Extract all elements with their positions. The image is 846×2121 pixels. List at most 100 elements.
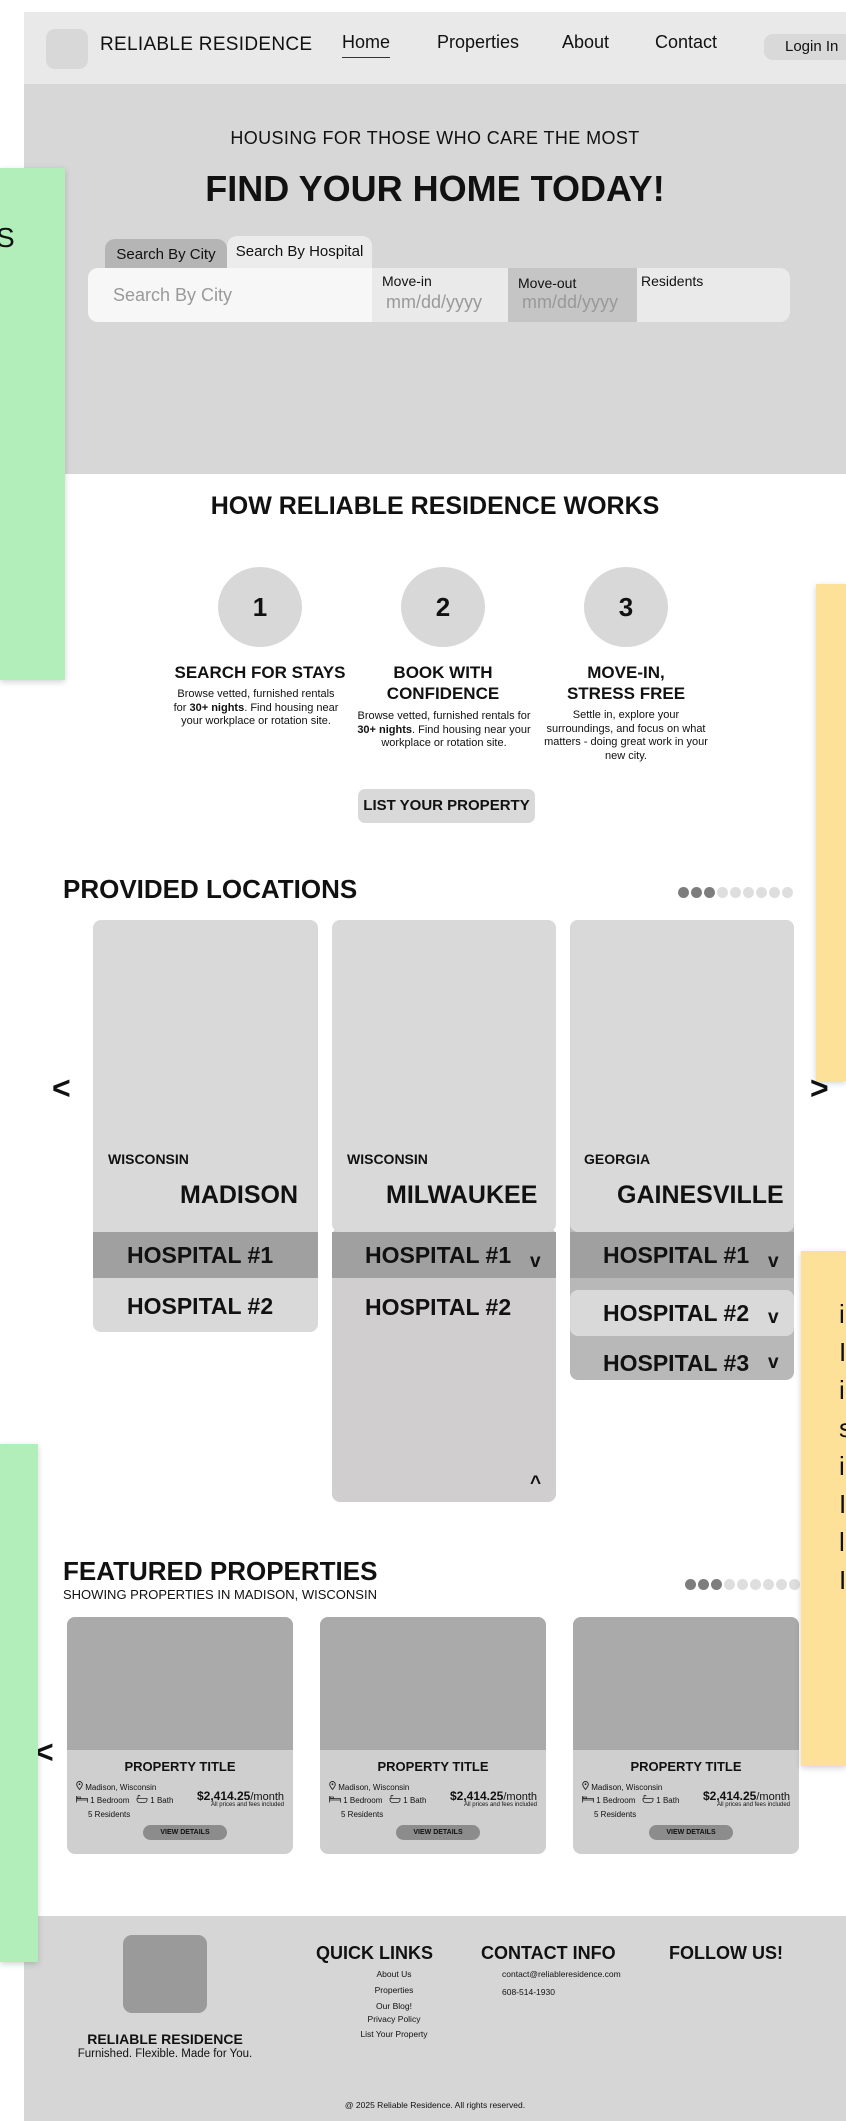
view-details-button[interactable]: VIEW DETAILS	[143, 1825, 227, 1840]
featured-subtitle: SHOWING PROPERTIES IN MADISON, WISCONSIN	[63, 1587, 377, 1602]
sticky-note-yellow-top	[816, 584, 846, 1081]
location-pin-icon	[582, 1781, 589, 1792]
bath-icon	[389, 1794, 401, 1805]
footer-logo[interactable]	[123, 1935, 207, 2013]
hospital-item[interactable]: HOSPITAL #1	[332, 1232, 556, 1278]
nav-home[interactable]: Home	[342, 32, 391, 58]
location-pin-icon	[76, 1781, 83, 1792]
pager-dot[interactable]	[711, 1579, 722, 1590]
list-property-button[interactable]: LIST YOUR PROPERTY	[358, 789, 535, 823]
contact-info-title: CONTACT INFO	[481, 1943, 616, 1963]
property-price: $2,414.25/month	[196, 1789, 284, 1803]
pager-dot[interactable]	[717, 887, 728, 898]
pager-dot[interactable]	[678, 887, 689, 898]
footer-link-list-property[interactable]: List Your Property	[314, 2029, 474, 2039]
pager-dot[interactable]	[737, 1579, 748, 1590]
featured-pager[interactable]	[685, 1579, 800, 1590]
location-state: WISCONSIN	[108, 1151, 189, 1167]
step-3-number: 3	[584, 567, 668, 647]
brand-name[interactable]: RELIABLE RESIDENCE	[100, 34, 312, 56]
pager-dot[interactable]	[704, 887, 715, 898]
hospital-item[interactable]: HOSPITAL #1	[570, 1232, 794, 1278]
property-rooms: 1 Bedroom 1 Bath	[329, 1794, 426, 1805]
chevron-down-icon[interactable]: v	[530, 1251, 541, 1273]
property-rooms: 1 Bedroom 1 Bath	[76, 1794, 173, 1805]
pager-dot[interactable]	[782, 887, 793, 898]
chevron-down-icon[interactable]: v	[768, 1352, 779, 1374]
locations-pager[interactable]	[678, 887, 793, 898]
chevron-down-icon[interactable]: v	[768, 1307, 779, 1329]
nav-about[interactable]: About	[562, 32, 609, 53]
bath-icon	[642, 1794, 654, 1805]
pager-dot[interactable]	[756, 887, 767, 898]
pager-dot[interactable]	[685, 1579, 696, 1590]
locations-prev-arrow[interactable]: <	[52, 1070, 71, 1107]
copyright: @ 2025 Reliable Residence. All rights re…	[344, 2100, 526, 2110]
footer-link-privacy[interactable]: Privacy Policy	[314, 2014, 474, 2024]
view-details-button[interactable]: VIEW DETAILS	[396, 1825, 480, 1840]
step-1-title: SEARCH FOR STAYS	[174, 663, 346, 682]
pager-dot[interactable]	[698, 1579, 709, 1590]
property-card[interactable]: PROPERTY TITLE Madison, Wisconsin 1 Bedr…	[573, 1617, 799, 1854]
footer-email[interactable]: contact@reliableresidence.com	[502, 1969, 621, 1979]
nav-contact[interactable]: Contact	[655, 32, 717, 53]
footer-tagline: Furnished. Flexible. Made for You.	[77, 2048, 253, 2060]
chevron-down-icon[interactable]: v	[768, 1251, 779, 1273]
step-1-number: 1	[218, 567, 302, 647]
pager-dot[interactable]	[750, 1579, 761, 1590]
pager-dot[interactable]	[724, 1579, 735, 1590]
site-footer: RELIABLE RESIDENCE Furnished. Flexible. …	[24, 1916, 846, 2121]
tab-search-by-city[interactable]: Search By City	[105, 239, 227, 271]
tab-search-by-hospital[interactable]: Search By Hospital	[227, 236, 372, 268]
property-rooms: 1 Bedroom 1 Bath	[582, 1794, 679, 1805]
hero-section: HOUSING FOR THOSE WHO CARE THE MOST FIND…	[24, 84, 846, 474]
note-text-fragment: I	[839, 1337, 846, 1367]
note-text-fragment: i	[839, 1299, 845, 1329]
site-header: RELIABLE RESIDENCE Home Properties About…	[24, 12, 846, 84]
note-text-fragment: i	[839, 1451, 845, 1481]
location-city: GAINESVILLE	[617, 1181, 784, 1209]
property-title: PROPERTY TITLE	[630, 1759, 742, 1774]
hospital-item[interactable]: HOSPITAL #1	[93, 1232, 318, 1278]
search-input[interactable]: Search By City	[88, 268, 372, 322]
pager-dot[interactable]	[763, 1579, 774, 1590]
step-2-description: Browse vetted, furnished rentals for 30+…	[357, 710, 531, 749]
footer-link-about[interactable]: About Us	[314, 1969, 474, 1979]
pager-dot[interactable]	[730, 887, 741, 898]
property-image[interactable]	[573, 1617, 799, 1750]
hospital-item[interactable]: HOSPITAL #2	[93, 1283, 318, 1329]
hero-subtitle: HOUSING FOR THOSE WHO CARE THE MOST	[230, 128, 640, 148]
step-3-description: Settle in, explore your surroundings, an…	[544, 709, 708, 762]
footer-phone[interactable]: 608-514-1930	[502, 1987, 555, 1997]
movein-label: Move-in	[382, 273, 432, 289]
moveout-field[interactable]: Move-out mm/dd/yyyy	[508, 268, 637, 322]
login-button[interactable]: Login In	[764, 34, 846, 60]
property-card[interactable]: PROPERTY TITLE Madison, Wisconsin 1 Bedr…	[320, 1617, 546, 1854]
pager-dot[interactable]	[776, 1579, 787, 1590]
hospital-item[interactable]: HOSPITAL #3	[570, 1340, 794, 1386]
property-title: PROPERTY TITLE	[377, 1759, 489, 1774]
footer-link-properties[interactable]: Properties	[314, 1985, 474, 1995]
nav-properties[interactable]: Properties	[437, 32, 519, 53]
residents-field[interactable]: Residents	[637, 268, 790, 322]
property-image[interactable]	[67, 1617, 293, 1750]
view-details-button[interactable]: VIEW DETAILS	[649, 1825, 733, 1840]
hospital-item[interactable]: HOSPITAL #2	[332, 1284, 556, 1330]
note-text-fragment: S	[0, 222, 15, 253]
property-card[interactable]: PROPERTY TITLE Madison, Wisconsin 1 Bedr…	[67, 1617, 293, 1854]
chevron-up-icon[interactable]: ^	[530, 1473, 541, 1495]
footer-link-blog[interactable]: Our Blog!	[314, 2001, 474, 2011]
location-pin-icon	[329, 1781, 336, 1792]
quick-links-title: QUICK LINKS	[316, 1943, 433, 1963]
pager-dot[interactable]	[789, 1579, 800, 1590]
follow-us-title: FOLLOW US!	[669, 1943, 783, 1963]
pager-dot[interactable]	[691, 887, 702, 898]
logo-placeholder[interactable]	[46, 29, 88, 69]
movein-field[interactable]: Move-in mm/dd/yyyy	[372, 268, 508, 322]
step-2-title: BOOK WITH CONFIDENCE	[386, 663, 500, 703]
property-image[interactable]	[320, 1617, 546, 1750]
hospital-item[interactable]: HOSPITAL #2	[570, 1290, 794, 1336]
pager-dot[interactable]	[743, 887, 754, 898]
pager-dot[interactable]	[769, 887, 780, 898]
note-text-fragment: i	[839, 1375, 845, 1405]
